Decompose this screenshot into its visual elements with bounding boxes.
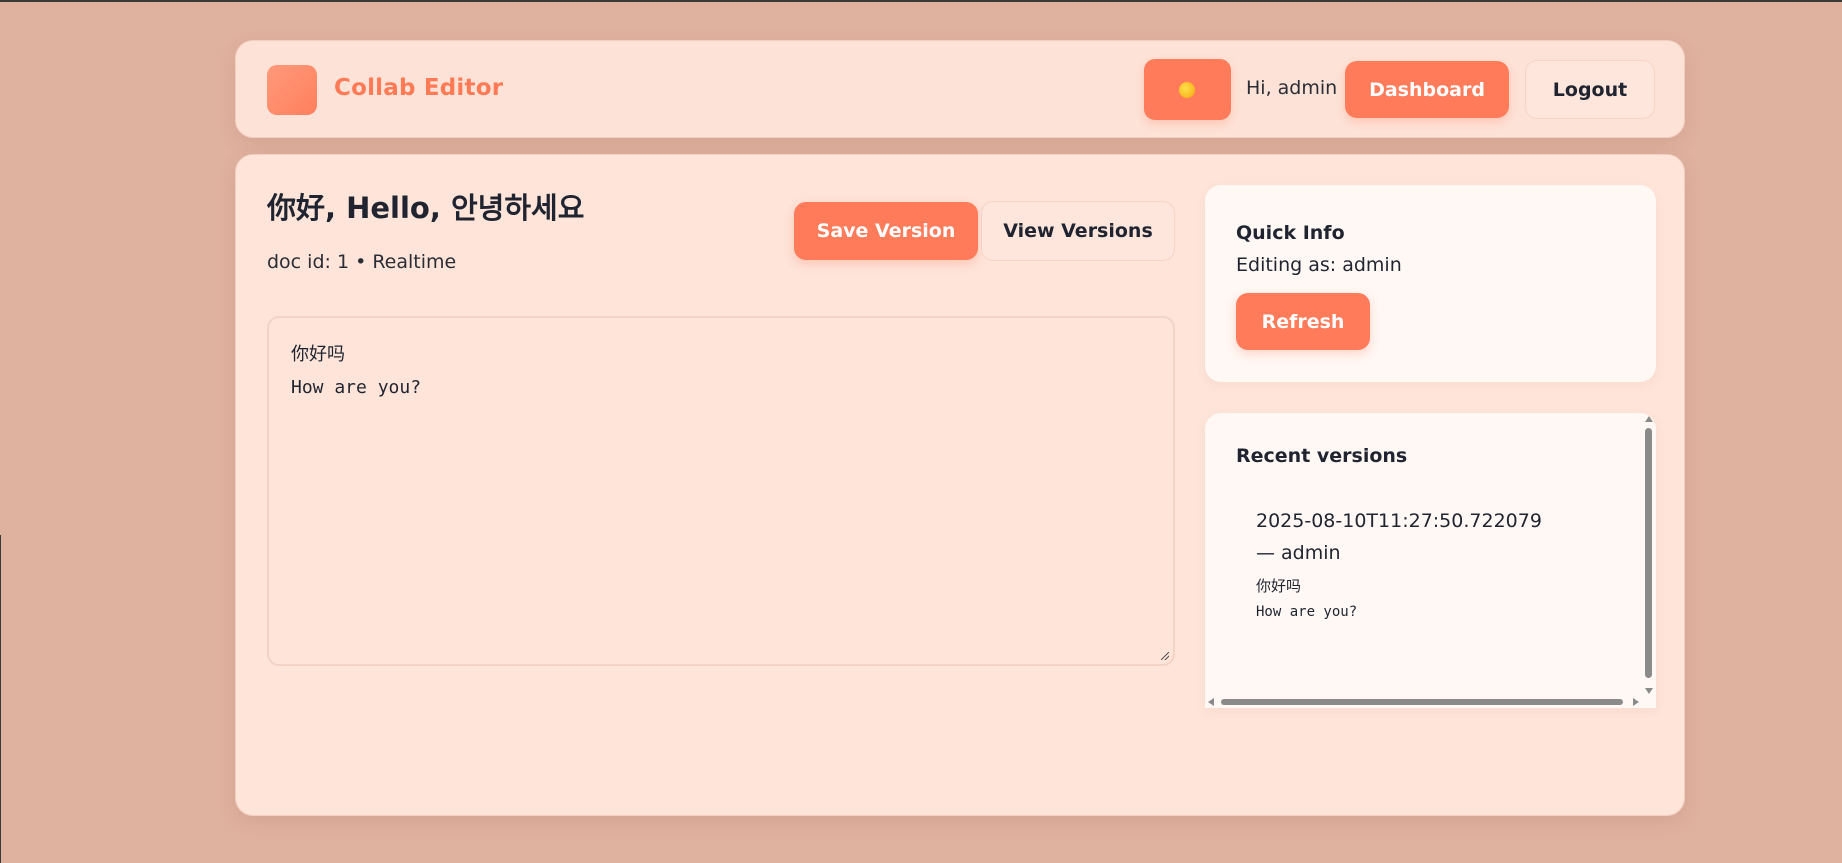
resize-handle-icon[interactable] [1161,652,1169,660]
document-title: 你好, Hello, 안녕하세요 [267,191,585,225]
scroll-down-arrow-icon[interactable] [1645,688,1653,694]
app-header: Collab Editor Hi, admin Dashboard Logout [235,40,1685,138]
horizontal-scroll-thumb[interactable] [1221,699,1623,705]
vertical-scrollbar[interactable] [1642,413,1656,696]
editing-as-text: Editing as: admin [1236,254,1402,276]
logout-button[interactable]: Logout [1525,60,1655,119]
editor-content: 你好吗 How are you? [291,344,422,398]
version-item[interactable]: 2025-08-10T11:27:50.722079 — admin 你好吗 H… [1256,505,1556,620]
view-versions-button[interactable]: View Versions [981,201,1175,261]
theme-toggle-button[interactable] [1144,59,1231,120]
user-greeting: Hi, admin [1246,77,1338,99]
scroll-up-arrow-icon[interactable] [1645,416,1653,422]
horizontal-scrollbar[interactable] [1205,696,1656,708]
window-left-border [0,535,1,863]
refresh-button[interactable]: Refresh [1236,293,1370,350]
window-top-border [0,0,1842,2]
quick-info-card: Quick Info Editing as: admin Refresh [1205,185,1656,382]
document-editor[interactable]: 你好吗 How are you? [267,316,1175,666]
sun-icon [1179,82,1195,98]
document-meta: doc id: 1 • Realtime [267,251,457,273]
version-preview-line: How are you? [1256,604,1358,620]
vertical-scroll-thumb[interactable] [1645,428,1652,678]
save-version-button[interactable]: Save Version [794,202,978,260]
brand-name: Collab Editor [334,75,504,101]
recent-versions-card[interactable]: Recent versions 2025-08-10T11:27:50.7220… [1205,413,1656,708]
scroll-right-arrow-icon[interactable] [1633,698,1639,706]
app-logo [267,65,317,115]
scroll-left-arrow-icon[interactable] [1208,698,1214,706]
version-preview-line: 你好吗 [1256,577,1302,595]
dashboard-button[interactable]: Dashboard [1345,61,1509,118]
recent-versions-title: Recent versions [1236,445,1408,467]
main-panel: 你好, Hello, 안녕하세요 doc id: 1 • Realtime Sa… [235,154,1685,816]
version-timestamp-author: 2025-08-10T11:27:50.722079 — admin [1256,510,1542,564]
quick-info-title: Quick Info [1236,222,1345,244]
